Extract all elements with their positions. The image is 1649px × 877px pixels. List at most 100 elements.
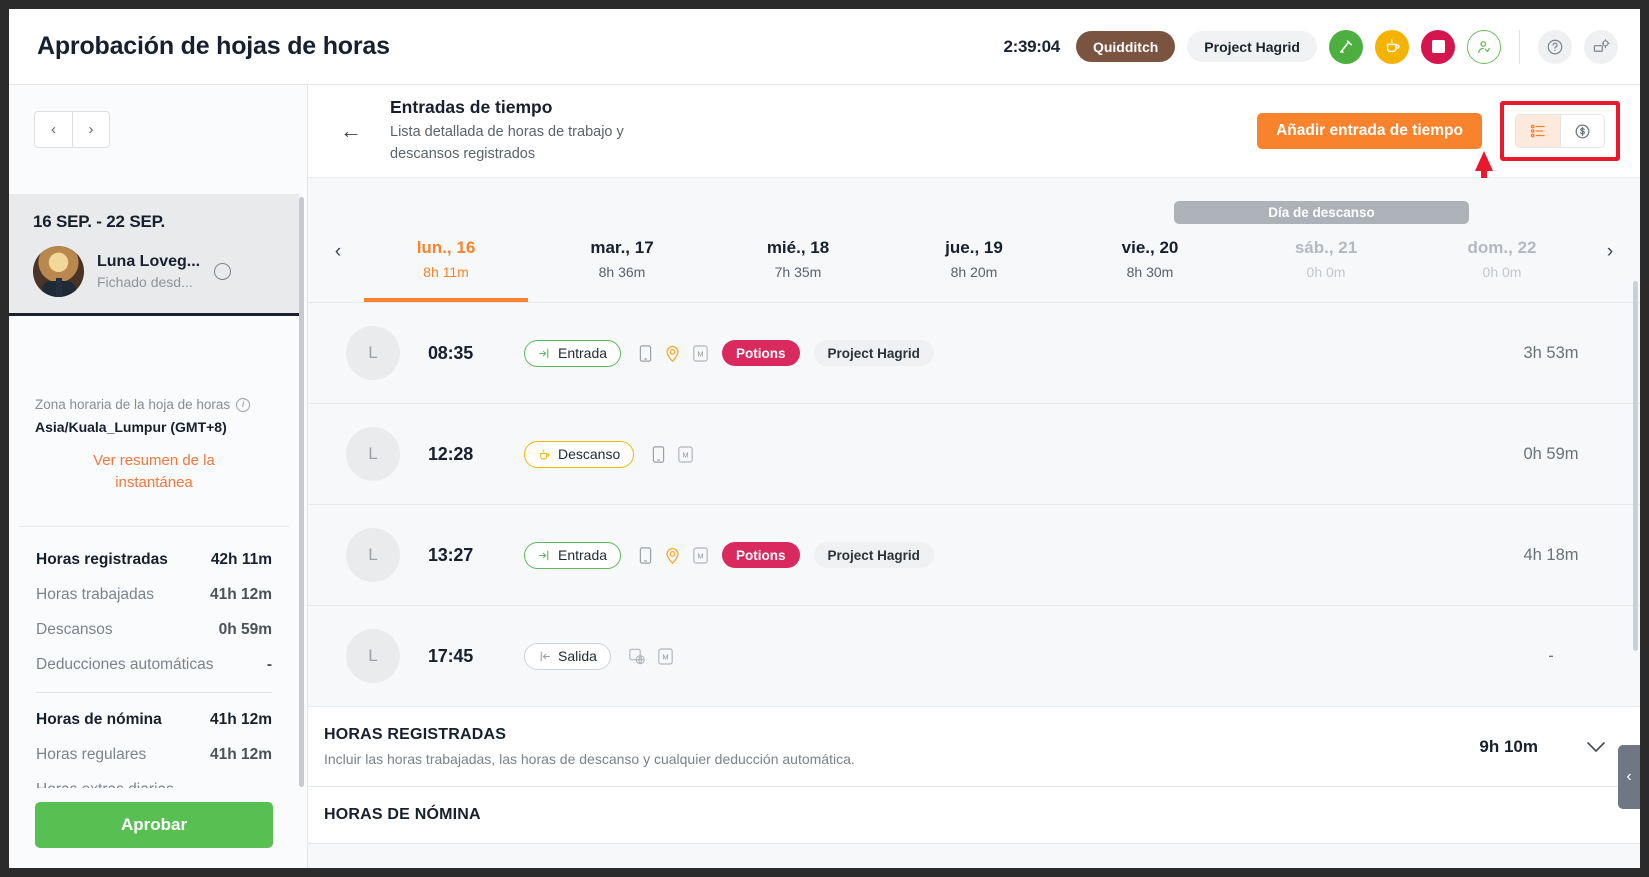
stop-icon[interactable] bbox=[1421, 29, 1455, 64]
main-scrollbar[interactable] bbox=[1633, 281, 1638, 651]
entry-source-icons: M bbox=[629, 647, 673, 665]
entry-type-chip: Salida bbox=[524, 642, 611, 670]
user-switch-icon[interactable] bbox=[1467, 29, 1501, 64]
summary-payroll-hours[interactable]: HORAS DE NÓMINA bbox=[308, 787, 1640, 844]
week-prev-button[interactable]: ‹ bbox=[35, 112, 72, 147]
day-label: mié., 18 bbox=[766, 238, 830, 257]
entry-source-icons: M bbox=[652, 445, 694, 463]
day-label: vie., 20 bbox=[1121, 238, 1179, 257]
clock-in-icon bbox=[539, 550, 549, 560]
stat-key: Horas trabajadas bbox=[36, 586, 155, 603]
main-header-actions: Añadir entrada de tiempo bbox=[1257, 101, 1620, 161]
back-arrow-icon[interactable]: ← bbox=[340, 118, 362, 144]
entry-time: 17:45 bbox=[428, 645, 474, 666]
entry-duration: 4h 18m bbox=[1523, 545, 1579, 564]
entry-duration: 0h 59m bbox=[1523, 444, 1579, 463]
manual-icon: M bbox=[678, 445, 694, 463]
day-next-button[interactable]: › bbox=[1590, 217, 1630, 263]
table-row[interactable]: L 13:27 Entrada M Potions Project Hagrid… bbox=[308, 505, 1640, 606]
day-hours: 0h 0m bbox=[1306, 264, 1346, 280]
summary-logged-hours[interactable]: HORAS REGISTRADAS Incluir las horas trab… bbox=[308, 707, 1640, 787]
sidebar-scrollbar[interactable] bbox=[299, 197, 304, 787]
list-view-icon[interactable] bbox=[1516, 115, 1560, 147]
entry-project-tag[interactable]: Project Hagrid bbox=[813, 542, 934, 568]
current-project-pill[interactable]: Project Hagrid bbox=[1187, 31, 1317, 62]
entry-task-tag[interactable]: Potions bbox=[722, 340, 800, 366]
location-icon bbox=[665, 345, 680, 362]
entry-type-chip: Entrada bbox=[524, 541, 622, 569]
stat-row: Horas trabajadas 41h 12m bbox=[36, 578, 272, 613]
summary-text: HORAS REGISTRADAS Incluir las horas trab… bbox=[324, 726, 855, 767]
day-prev-button[interactable]: ‹ bbox=[318, 217, 358, 263]
coffee-icon[interactable] bbox=[1375, 29, 1409, 64]
day-label: sáb., 21 bbox=[1294, 238, 1358, 257]
add-time-entry-button[interactable]: Añadir entrada de tiempo bbox=[1257, 113, 1482, 149]
current-task-pill[interactable]: Quidditch bbox=[1075, 31, 1176, 62]
stat-row: Horas regulares 41h 12m bbox=[36, 738, 272, 773]
day-tab-thu[interactable]: jue., 19 8h 20m bbox=[886, 178, 1062, 302]
entry-duration: 3h 53m bbox=[1523, 343, 1579, 362]
day-tab-sat[interactable]: sáb., 21 0h 0m bbox=[1238, 178, 1414, 302]
approve-bar: Aprobar bbox=[9, 788, 299, 868]
snapshot-summary-link[interactable]: Ver resumen de la instantánea bbox=[35, 450, 273, 494]
main-header: ← Entradas de tiempo Lista detallada de … bbox=[308, 85, 1640, 221]
table-row[interactable]: L 17:45 Salida M - bbox=[308, 606, 1640, 707]
day-label: jue., 19 bbox=[945, 238, 1003, 257]
stat-value: 41h 12m bbox=[209, 711, 272, 728]
chevron-down-icon[interactable] bbox=[1586, 741, 1606, 753]
row-avatar: L bbox=[346, 629, 400, 683]
stat-row: Descansos 0h 59m bbox=[36, 613, 272, 648]
day-tab-wed[interactable]: mié., 18 7h 35m bbox=[710, 178, 886, 302]
day-tab-mon[interactable]: lun., 16 8h 11m bbox=[358, 178, 534, 302]
table-row[interactable]: L 08:35 Entrada M Potions Project Hagrid… bbox=[308, 303, 1640, 404]
running-timer: 2:39:04 bbox=[1003, 36, 1060, 56]
day-tab-sun[interactable]: dom., 22 0h 0m bbox=[1414, 178, 1590, 302]
info-icon[interactable]: i bbox=[236, 397, 251, 412]
week-next-button[interactable]: › bbox=[72, 112, 109, 147]
stat-row: Horas registradas 42h 11m bbox=[36, 543, 272, 578]
summary-title: HORAS DE NÓMINA bbox=[324, 806, 481, 823]
settings-icon[interactable] bbox=[1584, 29, 1618, 64]
view-toggle-highlight bbox=[1500, 101, 1620, 161]
entry-project-tag[interactable]: Project Hagrid bbox=[813, 340, 934, 366]
stat-key: Horas regulares bbox=[36, 746, 147, 763]
timezone-block: Zona horaria de la hoja de horas i Asia/… bbox=[9, 397, 299, 494]
week-user-card[interactable]: 16 SEP. - 22 SEP. Luna Loveg... Fichado … bbox=[9, 194, 299, 316]
view-toggle bbox=[1515, 114, 1605, 148]
svg-text:M: M bbox=[697, 349, 703, 358]
user-select-radio[interactable] bbox=[214, 263, 232, 280]
day-hours: 8h 36m bbox=[598, 264, 646, 280]
section-subtitle: Lista detallada de horas de trabajo y de… bbox=[390, 124, 624, 162]
stat-key: Horas registradas bbox=[36, 551, 168, 568]
day-hours: 7h 35m bbox=[774, 264, 822, 280]
entry-source-icons: M bbox=[639, 344, 708, 362]
row-avatar: L bbox=[346, 528, 400, 582]
svg-text:M: M bbox=[683, 450, 689, 459]
day-tab-fri[interactable]: vie., 20 8h 30m bbox=[1062, 178, 1238, 302]
entry-time: 12:28 bbox=[428, 443, 474, 464]
day-hours: 8h 20m bbox=[950, 264, 998, 280]
summary-title: HORAS REGISTRADAS bbox=[324, 726, 507, 743]
day-hours: 8h 30m bbox=[1126, 264, 1174, 280]
summary-description: Incluir las horas trabajadas, las horas … bbox=[324, 751, 855, 767]
user-status: Fichado desd... bbox=[97, 274, 193, 290]
user-row[interactable]: Luna Loveg... Fichado desd... bbox=[33, 246, 299, 297]
collapse-panel-icon[interactable]: ‹ bbox=[1618, 745, 1640, 809]
entry-task-tag[interactable]: Potions bbox=[722, 542, 800, 568]
week-range-label: 16 SEP. - 22 SEP. bbox=[33, 212, 166, 231]
table-row[interactable]: L 12:28 Descanso M 0h 59m bbox=[308, 404, 1640, 505]
money-view-icon[interactable] bbox=[1560, 115, 1604, 147]
stat-value: 42h 11m bbox=[210, 551, 272, 568]
approve-button[interactable]: Aprobar bbox=[35, 802, 273, 848]
day-tabs-bar: Día de descanso ‹ lun., 16 8h 11m mar., … bbox=[308, 178, 1640, 303]
activity-icon[interactable] bbox=[1329, 29, 1363, 64]
entry-time: 08:35 bbox=[428, 342, 474, 363]
day-hours: 8h 11m bbox=[423, 264, 469, 280]
entry-type-label: Descanso bbox=[558, 446, 621, 462]
stat-row: Horas de nómina 41h 12m bbox=[36, 703, 272, 738]
location-icon bbox=[665, 547, 680, 564]
clock-out-icon bbox=[540, 651, 550, 661]
help-icon[interactable] bbox=[1538, 29, 1572, 64]
day-tab-tue[interactable]: mar., 17 8h 36m bbox=[534, 178, 710, 302]
stat-value: 41h 12m bbox=[209, 586, 272, 603]
